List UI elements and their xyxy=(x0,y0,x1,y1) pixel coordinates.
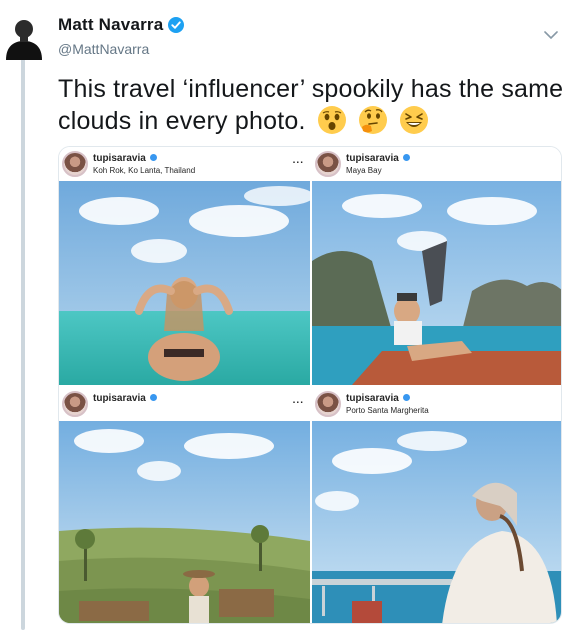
tweet-text: This travel ‘influencer’ spookily has th… xyxy=(58,73,568,137)
photo-panel-3[interactable]: tupisaravia ... xyxy=(59,387,310,623)
ig-avatar xyxy=(62,391,88,417)
verified-badge-icon xyxy=(168,17,185,33)
bay-photo xyxy=(312,181,561,385)
ig-header: tupisaravia Koh Rok, Ko Lanta, Thailand … xyxy=(59,147,310,181)
ig-header: tupisaravia ... xyxy=(59,387,310,421)
author-name[interactable]: Matt Navarra xyxy=(58,15,163,35)
grinning-squinting-face-emoji xyxy=(400,106,429,134)
photo-panel-1[interactable]: tupisaravia Koh Rok, Ko Lanta, Thailand … xyxy=(59,147,310,385)
verified-dot-icon xyxy=(402,394,410,401)
rice-terrace-photo xyxy=(59,421,310,623)
author-handle[interactable]: @MattNavarra xyxy=(58,41,149,57)
thread-line xyxy=(21,58,25,630)
tweet-media[interactable]: tupisaravia Koh Rok, Ko Lanta, Thailand … xyxy=(58,146,562,624)
more-options-icon: ... xyxy=(292,155,304,166)
ig-header: tupisaravia Porto Santa Margherita xyxy=(312,387,561,421)
ig-username: tupisaravia xyxy=(93,153,146,164)
ig-location: Maya Bay xyxy=(346,166,382,175)
author-avatar[interactable] xyxy=(4,12,44,60)
ig-header: tupisaravia Maya Bay xyxy=(312,147,561,181)
hushed-face-emoji xyxy=(317,106,346,134)
more-options-icon: ... xyxy=(292,395,304,406)
ig-username: tupisaravia xyxy=(93,393,146,404)
ig-avatar xyxy=(62,151,88,177)
ig-avatar xyxy=(315,391,341,417)
ig-location: Koh Rok, Ko Lanta, Thailand xyxy=(93,166,196,175)
beach-photo xyxy=(59,181,310,385)
thinking-face-emoji xyxy=(358,106,387,134)
boat-photo xyxy=(312,421,561,623)
chevron-down-icon[interactable] xyxy=(544,30,558,40)
ig-avatar xyxy=(315,151,341,177)
photo-panel-2[interactable]: tupisaravia Maya Bay xyxy=(312,147,561,385)
ig-username: tupisaravia xyxy=(346,153,399,164)
tweet-body: This travel ‘influencer’ spookily has th… xyxy=(58,75,564,135)
verified-dot-icon xyxy=(402,154,410,161)
verified-dot-icon xyxy=(149,394,157,401)
photo-panel-4[interactable]: tupisaravia Porto Santa Margherita xyxy=(312,387,561,623)
ig-username: tupisaravia xyxy=(346,393,399,404)
verified-dot-icon xyxy=(149,154,157,161)
author-name-row[interactable]: Matt Navarra xyxy=(58,15,185,35)
ig-location: Porto Santa Margherita xyxy=(346,406,429,415)
